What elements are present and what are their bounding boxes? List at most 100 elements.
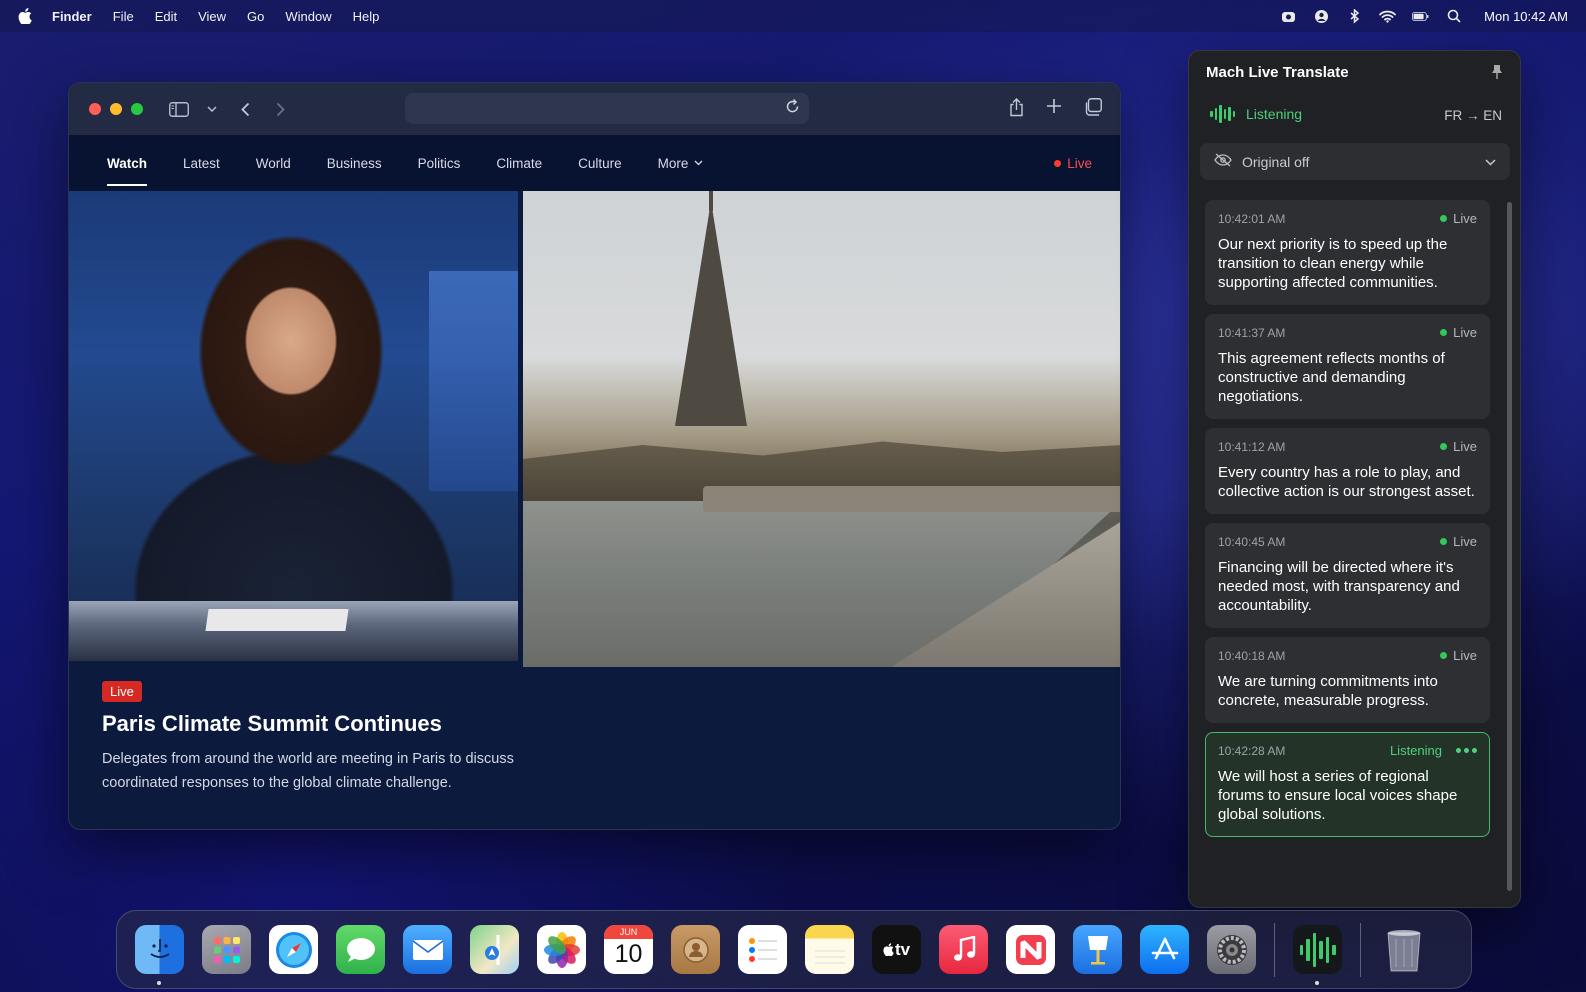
- menu-app-name[interactable]: Finder: [52, 9, 92, 24]
- transcript-entry[interactable]: 10:40:45 AM Live Financing will be direc…: [1205, 523, 1490, 628]
- calendar-icon[interactable]: JUN 10: [604, 925, 653, 974]
- user-switch-icon[interactable]: [1313, 8, 1330, 25]
- nav-tab-climate[interactable]: Climate: [496, 135, 542, 191]
- menu-view[interactable]: View: [198, 9, 226, 24]
- mail-icon[interactable]: [403, 925, 452, 974]
- entry-live-tag: Live: [1440, 325, 1477, 340]
- spotlight-search-icon[interactable]: [1445, 8, 1462, 25]
- entry-text: Financing will be directed where it's ne…: [1218, 559, 1460, 614]
- apple-tv-icon[interactable]: tv: [872, 925, 921, 974]
- tab-overview-icon[interactable]: [1084, 98, 1102, 122]
- transcript-scrollbar[interactable]: [1507, 202, 1512, 891]
- reminders-icon[interactable]: [738, 925, 787, 974]
- nav-tab-politics[interactable]: Politics: [418, 135, 461, 191]
- menu-go[interactable]: Go: [247, 9, 264, 24]
- browser-window: Watch Latest World Business Politics Cli…: [68, 82, 1121, 830]
- calendar-month: JUN: [604, 925, 653, 939]
- app-store-icon[interactable]: [1140, 925, 1189, 974]
- entry-tag-label: Live: [1453, 534, 1477, 549]
- battery-icon[interactable]: [1412, 8, 1429, 25]
- menu-edit[interactable]: Edit: [155, 9, 177, 24]
- address-bar[interactable]: [405, 93, 809, 124]
- maps-icon[interactable]: [470, 925, 519, 974]
- wifi-icon[interactable]: [1379, 8, 1397, 25]
- nav-tab-more[interactable]: More: [658, 135, 704, 191]
- transcript-entry[interactable]: 10:41:37 AM Live This agreement reflects…: [1205, 314, 1490, 419]
- close-window-button[interactable]: [89, 103, 101, 115]
- zoom-window-button[interactable]: [131, 103, 143, 115]
- apple-menu-icon[interactable]: [18, 8, 34, 24]
- tv-logo-icon: tv: [883, 940, 910, 960]
- listening-status: Listening: [1210, 105, 1302, 123]
- entry-time: 10:42:01 AM: [1218, 211, 1286, 226]
- minimize-window-button[interactable]: [110, 103, 122, 115]
- reload-icon[interactable]: [785, 98, 800, 118]
- article-summary: Live Paris Climate Summit Continues Dele…: [102, 681, 582, 795]
- entry-time: 10:40:18 AM: [1218, 648, 1286, 663]
- entry-text: We will host a series of regional forums…: [1218, 768, 1458, 823]
- back-chevron-icon[interactable]: [241, 102, 250, 117]
- menu-bar-clock[interactable]: Mon 10:42 AM: [1484, 9, 1568, 24]
- paris-scene-video: [523, 191, 1120, 667]
- mach-live-translate-app-icon[interactable]: [1293, 925, 1342, 985]
- news-anchor-video: [69, 191, 518, 661]
- menu-window[interactable]: Window: [285, 9, 331, 24]
- original-text-select[interactable]: Original off: [1200, 143, 1510, 180]
- live-link[interactable]: Live: [1054, 156, 1092, 171]
- entry-text: Every country has a role to play, and co…: [1218, 464, 1475, 500]
- eye-slash-icon: [1214, 153, 1232, 170]
- forward-chevron-icon[interactable]: [276, 102, 285, 117]
- entry-tag-label: Listening: [1389, 743, 1442, 758]
- window-controls: [89, 103, 143, 115]
- entry-tag-label: Live: [1453, 325, 1477, 340]
- launchpad-icon[interactable]: [202, 925, 251, 974]
- menu-file[interactable]: File: [113, 9, 134, 24]
- transcript-list: 10:42:01 AM Live Our next priority is to…: [1205, 200, 1490, 846]
- contacts-icon[interactable]: [671, 925, 720, 974]
- safari-icon[interactable]: [269, 925, 318, 974]
- music-icon[interactable]: [939, 925, 988, 974]
- entry-time: 10:42:28 AM: [1218, 743, 1286, 758]
- stone-bridge: [703, 486, 1120, 512]
- bluetooth-icon[interactable]: [1346, 8, 1363, 25]
- article-title[interactable]: Paris Climate Summit Continues: [102, 711, 582, 737]
- video-player[interactable]: [69, 191, 1120, 667]
- transcript-entry[interactable]: 10:40:18 AM Live We are turning commitme…: [1205, 637, 1490, 723]
- nav-tab-latest[interactable]: Latest: [183, 135, 220, 191]
- new-tab-plus-icon[interactable]: [1046, 98, 1062, 122]
- browser-toolbar: [69, 83, 1120, 135]
- menu-help[interactable]: Help: [353, 9, 380, 24]
- nav-tab-business[interactable]: Business: [327, 135, 382, 191]
- nav-tab-watch[interactable]: Watch: [107, 135, 147, 191]
- share-icon[interactable]: [1009, 98, 1024, 122]
- entry-live-tag: Live: [1440, 648, 1477, 663]
- status-label: Listening: [1246, 106, 1303, 122]
- keynote-icon[interactable]: [1073, 925, 1122, 974]
- more-chevron-down-icon: [694, 160, 703, 166]
- live-dot-icon: [1054, 159, 1062, 167]
- eiffel-tower: [675, 201, 747, 426]
- notes-icon[interactable]: [805, 925, 854, 974]
- trash-icon[interactable]: [1379, 925, 1428, 974]
- nav-tab-world[interactable]: World: [256, 135, 291, 191]
- messages-icon[interactable]: [336, 925, 385, 974]
- photos-icon[interactable]: [537, 925, 586, 974]
- transcript-entry[interactable]: 10:42:01 AM Live Our next priority is to…: [1205, 200, 1490, 305]
- finder-icon[interactable]: [135, 925, 184, 985]
- screen-record-icon[interactable]: [1280, 8, 1297, 25]
- running-indicator: [1315, 981, 1319, 985]
- news-icon[interactable]: [1006, 925, 1055, 974]
- live-dot-icon: [1440, 538, 1448, 545]
- tab-group-chevron-down-icon[interactable]: [207, 106, 217, 112]
- language-pair[interactable]: FR → EN: [1444, 108, 1502, 123]
- entry-time: 10:41:12 AM: [1218, 439, 1286, 454]
- nav-tab-culture[interactable]: Culture: [578, 135, 622, 191]
- entry-listening-tag: Listening: [1390, 743, 1477, 758]
- pin-icon[interactable]: [1491, 64, 1503, 83]
- transcript-entry-current[interactable]: 10:42:28 AM Listening We will host a ser…: [1205, 732, 1490, 837]
- panel-title: Mach Live Translate: [1206, 64, 1349, 81]
- system-settings-icon[interactable]: [1207, 925, 1256, 974]
- sidebar-toggle-icon[interactable]: [169, 101, 189, 117]
- transcript-entry[interactable]: 10:41:12 AM Live Every country has a rol…: [1205, 428, 1490, 514]
- dock: JUN 10 tv: [116, 910, 1472, 989]
